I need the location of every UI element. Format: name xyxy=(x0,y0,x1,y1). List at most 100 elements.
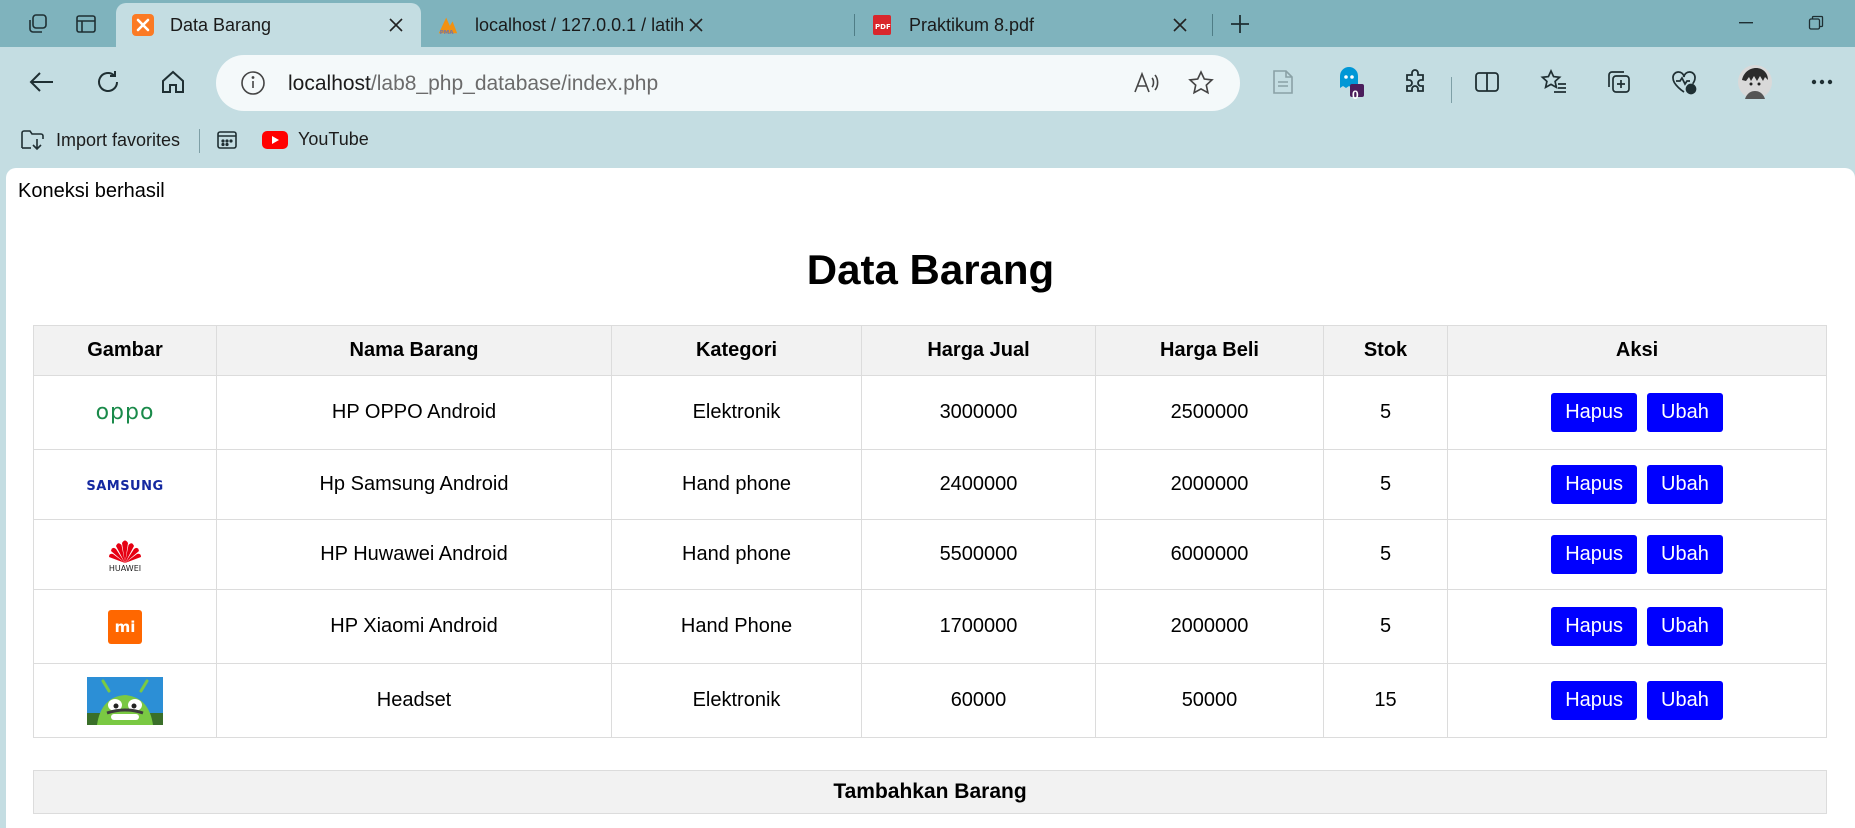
cell-nama: HP Xiaomi Android xyxy=(216,589,612,664)
xiaomi-logo: mi xyxy=(108,609,142,644)
browser-essentials-icon[interactable] xyxy=(1664,62,1704,102)
oppo-logo: oppo xyxy=(95,400,155,425)
svg-text:PMA: PMA xyxy=(440,30,455,36)
hapus-button[interactable]: Hapus xyxy=(1551,393,1637,432)
workspaces-icon[interactable] xyxy=(22,8,54,40)
minimize-icon[interactable] xyxy=(1726,8,1766,38)
address-bar[interactable]: localhost/lab8_php_database/index.php xyxy=(216,55,1240,111)
close-tab-icon[interactable] xyxy=(685,14,707,36)
tab-actions-icon[interactable] xyxy=(70,8,102,40)
table-row: SAMSUNG Hp Samsung Android Hand phone 24… xyxy=(33,449,1827,520)
favorite-label: YouTube xyxy=(298,129,369,149)
cell-aksi: Hapus Ubah xyxy=(1447,449,1827,520)
cell-nama: HP OPPO Android xyxy=(216,375,612,450)
cell-harga-beli: 2000000 xyxy=(1095,449,1324,520)
huawei-logo-text: HUAWEI xyxy=(108,563,142,573)
close-tab-icon[interactable] xyxy=(385,14,407,36)
data-barang-table: Gambar Nama Barang Kategori Harga Jual H… xyxy=(33,325,1827,738)
site-info-icon[interactable] xyxy=(240,70,266,101)
cell-kategori: Elektronik xyxy=(611,663,862,738)
cell-aksi: Hapus Ubah xyxy=(1447,375,1827,450)
cell-harga-beli: 6000000 xyxy=(1095,519,1324,590)
back-icon[interactable] xyxy=(22,62,62,102)
favorite-star-icon[interactable] xyxy=(1188,70,1214,101)
hapus-button[interactable]: Hapus xyxy=(1551,535,1637,574)
tab-phpmyadmin[interactable]: PMA localhost / 127.0.0.1 / latihan1 / d xyxy=(421,3,721,47)
android-mascot-image xyxy=(87,676,163,725)
header-nama-barang: Nama Barang xyxy=(216,325,612,376)
extension-badge: 0 xyxy=(1352,88,1359,102)
connection-status: Koneksi berhasil xyxy=(18,180,165,202)
cell-stok: 5 xyxy=(1323,449,1448,520)
phpmyadmin-icon: PMA xyxy=(437,14,459,36)
tab-title: Data Barang xyxy=(170,14,272,35)
extensions-icon[interactable] xyxy=(1395,62,1435,102)
cell-stok: 5 xyxy=(1323,375,1448,450)
product-image-cell: SAMSUNG xyxy=(33,449,217,520)
ghost-extension-icon[interactable]: 0 xyxy=(1331,62,1371,102)
cell-nama: Hp Samsung Android xyxy=(216,449,612,520)
favorite-label: Import favorites xyxy=(56,129,181,150)
app-grid-icon xyxy=(216,129,238,151)
favorite-apps[interactable] xyxy=(216,129,248,151)
reading-view-icon[interactable] xyxy=(1263,62,1303,102)
new-tab-icon[interactable] xyxy=(1224,8,1256,40)
url-path: /lab8_php_database/index.php xyxy=(370,72,659,95)
table-header-row: Gambar Nama Barang Kategori Harga Jual H… xyxy=(33,325,1827,376)
url-text[interactable]: localhost/lab8_php_database/index.php xyxy=(288,72,658,96)
hapus-button[interactable]: Hapus xyxy=(1551,681,1637,720)
cell-harga-beli: 2500000 xyxy=(1095,375,1324,450)
split-screen-icon[interactable] xyxy=(1467,62,1507,102)
favorites-bar: Import favorites YouTube xyxy=(0,117,1855,165)
cell-nama: HP Huwawei Android xyxy=(216,519,612,590)
header-aksi: Aksi xyxy=(1447,325,1827,376)
cell-stok: 15 xyxy=(1323,663,1448,738)
header-gambar: Gambar xyxy=(33,325,217,376)
toolbar-separator xyxy=(1451,77,1452,103)
cell-harga-jual: 3000000 xyxy=(861,375,1096,450)
favorites-separator xyxy=(199,129,200,153)
cell-kategori: Hand phone xyxy=(611,449,862,520)
youtube-icon xyxy=(262,130,288,149)
tab-data-barang[interactable]: Data Barang xyxy=(116,3,421,47)
cell-harga-jual: 2400000 xyxy=(861,449,1096,520)
pdf-icon: PDF xyxy=(871,14,893,36)
cell-aksi: Hapus Ubah xyxy=(1447,589,1827,664)
cell-harga-beli: 50000 xyxy=(1095,663,1324,738)
import-favorites-icon xyxy=(20,129,46,151)
ubah-button[interactable]: Ubah xyxy=(1647,607,1723,646)
collections-icon[interactable] xyxy=(1599,62,1639,102)
table-row: oppo HP OPPO Android Elektronik 3000000 … xyxy=(33,375,1827,450)
cell-harga-jual: 5500000 xyxy=(861,519,1096,590)
ubah-button[interactable]: Ubah xyxy=(1647,393,1723,432)
url-host: localhost xyxy=(288,72,371,95)
read-aloud-icon[interactable] xyxy=(1132,70,1160,101)
xampp-icon xyxy=(132,14,154,36)
tab-praktikum-pdf[interactable]: PDF Praktikum 8.pdf xyxy=(855,3,1205,47)
ubah-button[interactable]: Ubah xyxy=(1647,465,1723,504)
hapus-button[interactable]: Hapus xyxy=(1551,607,1637,646)
cell-stok: 5 xyxy=(1323,519,1448,590)
home-icon[interactable] xyxy=(153,62,193,102)
close-tab-icon[interactable] xyxy=(1169,14,1191,36)
ubah-button[interactable]: Ubah xyxy=(1647,681,1723,720)
cell-kategori: Hand phone xyxy=(611,519,862,590)
add-item-section-header: Tambahkan Barang xyxy=(33,770,1827,814)
favorites-icon[interactable] xyxy=(1534,62,1574,102)
cell-harga-beli: 2000000 xyxy=(1095,589,1324,664)
cell-harga-jual: 1700000 xyxy=(861,589,1096,664)
refresh-icon[interactable] xyxy=(88,62,128,102)
favorite-import[interactable]: Import favorites xyxy=(20,129,180,151)
more-options-icon[interactable] xyxy=(1802,62,1842,102)
hapus-button[interactable]: Hapus xyxy=(1551,465,1637,504)
tab-title: Praktikum 8.pdf xyxy=(909,14,1035,35)
header-kategori: Kategori xyxy=(611,325,862,376)
table-row: Headset Elektronik 60000 50000 15 Hapus U… xyxy=(33,663,1827,738)
product-image-cell xyxy=(33,663,217,738)
cell-aksi: Hapus Ubah xyxy=(1447,519,1827,590)
cell-aksi: Hapus Ubah xyxy=(1447,663,1827,738)
ubah-button[interactable]: Ubah xyxy=(1647,535,1723,574)
avatar[interactable] xyxy=(1735,62,1775,102)
restore-icon[interactable] xyxy=(1796,8,1836,38)
favorite-youtube[interactable]: YouTube xyxy=(262,129,369,150)
